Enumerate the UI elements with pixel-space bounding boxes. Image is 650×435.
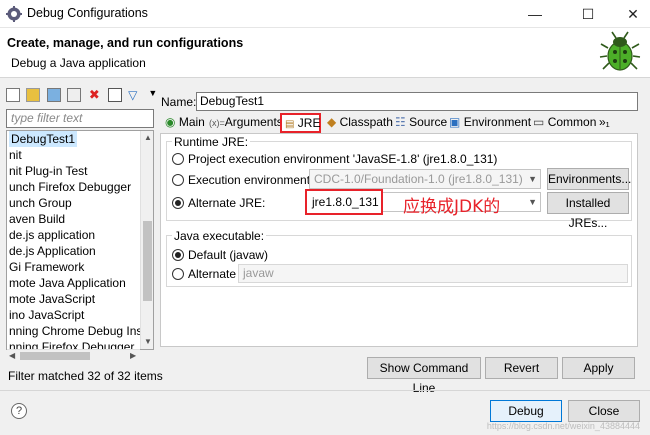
tab-environment[interactable]: ▣ Environment xyxy=(446,113,534,133)
config-tabs: ◉ Main (x)=Arguments ▤ JRE ◆ Classpath ☷… xyxy=(160,113,638,133)
help-icon[interactable]: ? xyxy=(11,403,27,419)
header-title: Create, manage, and run configurations xyxy=(7,36,244,50)
tab-arguments[interactable]: (x)=Arguments xyxy=(206,113,286,133)
eclipse-gear-icon xyxy=(6,6,22,22)
jre-icon: ▤ xyxy=(285,119,295,130)
tree-item[interactable]: mote Java Application xyxy=(9,275,126,291)
environments-button[interactable]: Environments... xyxy=(547,168,631,190)
new-prototype-icon[interactable] xyxy=(26,87,41,102)
collapse-all-icon[interactable] xyxy=(107,87,122,102)
tree-item[interactable]: de.js Application xyxy=(9,243,96,259)
tree-item[interactable]: de.js application xyxy=(9,227,95,243)
bug-icon xyxy=(599,31,641,71)
config-tree[interactable]: DebugTest1 nit nit Plug-in Test unch Fir… xyxy=(6,130,154,350)
installed-jres-button[interactable]: Installed JREs... xyxy=(547,192,629,230)
tree-item[interactable]: ino JavaScript xyxy=(9,307,84,323)
common-icon: ▭ xyxy=(533,115,545,129)
filter-input[interactable]: type filter text xyxy=(6,109,154,128)
exec-env-radio[interactable] xyxy=(172,174,184,186)
alternate-jre-radio[interactable] xyxy=(172,197,184,209)
config-toolbar: ✖ ▽ ▼ xyxy=(6,87,165,105)
tab-jre[interactable]: ▤ JRE xyxy=(280,113,321,133)
tab-classpath[interactable]: ◆ Classpath xyxy=(324,113,396,133)
tree-item[interactable]: Gi Framework xyxy=(9,259,84,275)
apply-button[interactable]: Apply xyxy=(562,357,635,379)
java-executable-label: Java executable: xyxy=(172,229,267,243)
tree-item[interactable]: DebugTest1 xyxy=(9,131,78,147)
annotation-text: 应换成JDK的 xyxy=(403,197,501,217)
environment-icon: ▣ xyxy=(449,115,461,129)
close-button[interactable]: Close xyxy=(568,400,640,422)
tree-item[interactable]: nning Chrome Debug Insta xyxy=(9,323,152,339)
alternate-exec-field[interactable]: javaw xyxy=(238,264,628,283)
tree-item[interactable]: unch Group xyxy=(9,195,72,211)
classpath-icon: ◆ xyxy=(327,115,337,129)
delete-icon[interactable]: ✖ xyxy=(87,87,101,102)
source-icon: ☷ xyxy=(395,115,406,129)
project-env-label: Project execution environment 'JavaSE-1.… xyxy=(188,152,498,166)
name-label: Name: xyxy=(161,95,197,109)
alternate-exec-radio[interactable] xyxy=(172,268,184,280)
tab-overflow[interactable]: »₁ xyxy=(596,113,613,133)
filter-icon[interactable]: ▽ xyxy=(128,88,142,102)
close-window-button[interactable]: ✕ xyxy=(610,0,650,28)
minimize-button[interactable]: — xyxy=(512,0,558,28)
exec-env-label: Execution environment: xyxy=(188,173,314,187)
debug-button[interactable]: Debug xyxy=(490,400,562,422)
default-javaw-radio[interactable] xyxy=(172,249,184,261)
runtime-jre-label: Runtime JRE: xyxy=(172,135,251,149)
project-env-radio[interactable] xyxy=(172,153,184,165)
new-config-icon[interactable] xyxy=(6,87,20,102)
exec-env-combo[interactable]: CDC-1.0/Foundation-1.0 (jre1.8.0_131) ▼ xyxy=(309,169,541,189)
tree-vertical-scrollbar[interactable]: ▲ ▼ xyxy=(140,131,153,349)
tab-common[interactable]: ▭ Common xyxy=(530,113,599,133)
tab-main[interactable]: ◉ Main xyxy=(162,113,208,133)
tree-item[interactable]: nit xyxy=(9,147,22,163)
tree-item[interactable]: mote JavaScript xyxy=(9,291,95,307)
tree-horizontal-scrollbar[interactable]: ◀ ▶ xyxy=(7,349,140,362)
default-javaw-label: Default (javaw) xyxy=(188,248,269,262)
tree-item[interactable]: unch Firefox Debugger xyxy=(9,179,131,195)
alternate-jre-highlight: jre1.8.0_131 xyxy=(305,189,383,215)
tab-source[interactable]: ☷ Source xyxy=(392,113,450,133)
chevron-down-icon: ▼ xyxy=(528,197,537,207)
window-title: Debug Configurations xyxy=(27,6,148,20)
tree-item[interactable]: nit Plug-in Test xyxy=(9,163,88,179)
export-icon[interactable] xyxy=(46,87,61,102)
header-subtitle: Debug a Java application xyxy=(11,56,146,70)
filter-status: Filter matched 32 of 32 items xyxy=(8,369,163,383)
name-field[interactable]: DebugTest1 xyxy=(196,92,638,111)
chevron-down-icon: ▼ xyxy=(528,174,537,184)
alternate-exec-label: Alternate xyxy=(188,267,237,281)
jre-tab-content: Runtime JRE: Project execution environme… xyxy=(160,133,638,347)
revert-button[interactable]: Revert xyxy=(485,357,558,379)
duplicate-icon[interactable] xyxy=(67,87,82,102)
tree-item[interactable]: aven Build xyxy=(9,211,65,227)
footer-separator xyxy=(0,390,650,391)
main-tab-icon: ◉ xyxy=(165,115,176,129)
watermark: https://blog.csdn.net/weixin_43884444 xyxy=(486,421,640,431)
show-command-line-button[interactable]: Show Command Line xyxy=(367,357,481,395)
maximize-button[interactable]: ☐ xyxy=(565,0,611,28)
alternate-jre-label: Alternate JRE: xyxy=(188,196,266,210)
arguments-icon: (x)= xyxy=(209,118,225,128)
